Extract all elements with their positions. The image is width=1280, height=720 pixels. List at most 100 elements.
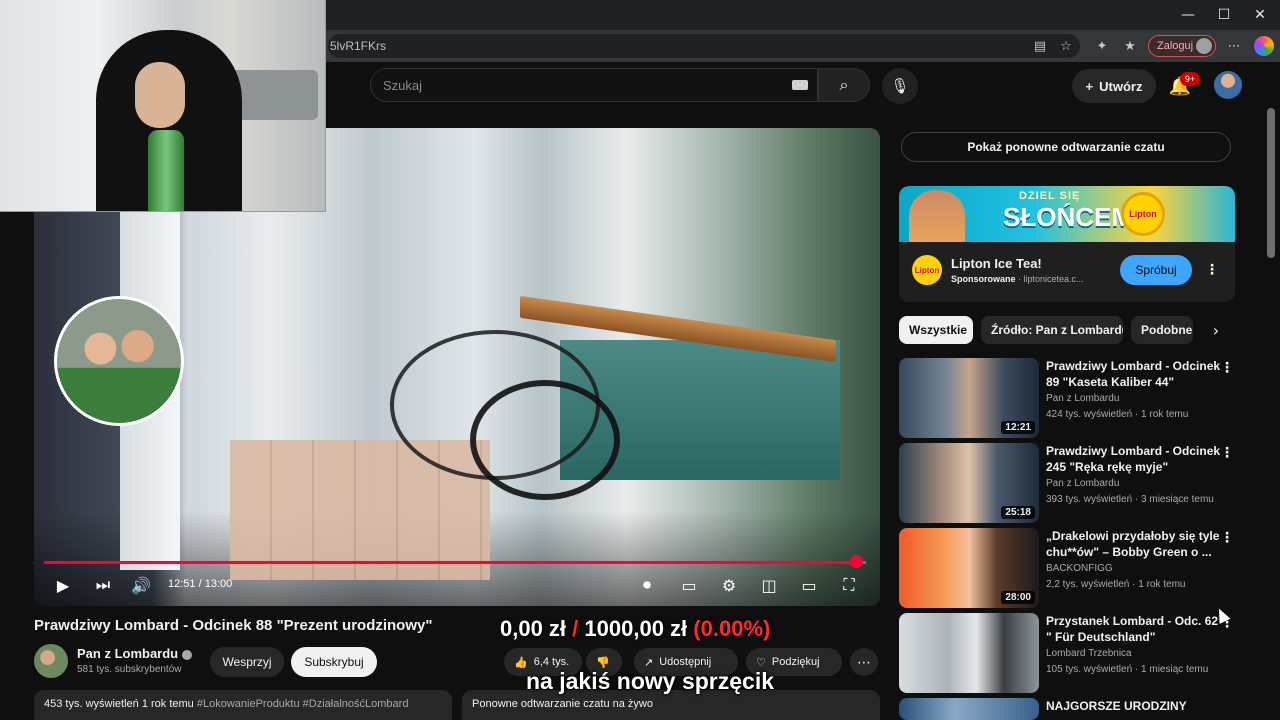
subscribe-button[interactable]: Subskrybuj [291, 647, 377, 677]
recommendation-meta: 393 tys. wyświetleń · 3 miesiące temu [1046, 494, 1214, 505]
advertiser-logo: Lipton [912, 255, 942, 285]
show-chat-replay-button[interactable]: Pokaż ponowne odtwarzanie czatu [901, 132, 1231, 162]
recommendation-channel[interactable]: Lombard Trzebnica [1046, 648, 1132, 659]
webcam-face [135, 62, 185, 128]
profile-avatar-icon [1196, 38, 1212, 54]
theater-mode-icon[interactable]: ▭ [798, 573, 820, 597]
ad-menu-icon[interactable]: ⋮ [1205, 260, 1219, 280]
chip-all[interactable]: Wszystkie [899, 316, 973, 344]
search-icon: ⌕ [839, 75, 849, 94]
maximize-button[interactable]: ☐ [1206, 0, 1242, 30]
recommendation-item[interactable]: 12:21 Prawdziwy Lombard - Odcinek 89 "Ka… [899, 358, 1239, 440]
stream-caption: na jakiś nowy sprzęcik [526, 668, 775, 694]
recommendation-channel[interactable]: Pan z Lombardu [1046, 393, 1119, 404]
recommendation-thumbnail[interactable] [899, 613, 1039, 693]
recommendation-channel[interactable]: BACKONFIGG [1046, 563, 1113, 574]
lipton-logo: Lipton [1121, 192, 1165, 236]
favorite-star-icon[interactable]: ☆ [1056, 36, 1076, 56]
video-progress-fill [44, 561, 857, 564]
settings-menu-icon[interactable]: ⋯ [1224, 36, 1244, 56]
video-time: 12:51 / 13:00 [168, 578, 232, 590]
recommendation-meta: 424 tys. wyświetleń · 1 rok temu [1046, 409, 1189, 420]
address-bar[interactable]: 5lvR1FKrs [328, 34, 1080, 58]
reader-mode-icon[interactable]: ▤ [1030, 36, 1050, 56]
account-avatar[interactable] [1214, 71, 1242, 99]
recommendation-thumbnail[interactable]: 25:18 [899, 443, 1039, 523]
subscriber-count: 581 tys. subskrybentów [77, 664, 182, 675]
search-input[interactable]: Szukaj [370, 68, 818, 102]
profile-button[interactable]: Zaloguj [1148, 35, 1216, 57]
recommendation-thumbnail[interactable] [899, 698, 1039, 720]
recommendation-title[interactable]: Prawdziwy Lombard - Odcinek 89 "Kaseta K… [1046, 358, 1222, 390]
share-label: Udostępnij [659, 656, 712, 668]
recommendation-meta: 2,2 tys. wyświetleń · 1 rok temu [1046, 579, 1186, 590]
chip-source-channel[interactable]: Źródło: Pan z Lombardu [981, 316, 1123, 344]
copilot-icon[interactable] [1254, 36, 1274, 56]
ad-domain: · liptonicetea.c... [1015, 274, 1084, 284]
more-actions-button[interactable]: ⋯ [850, 648, 878, 676]
autoplay-toggle-icon[interactable]: ⏺ [632, 573, 662, 597]
donation-separator: / [572, 616, 579, 641]
recommendation-channel[interactable]: Pan z Lombardu [1046, 478, 1119, 489]
recommendation-thumbnail[interactable]: 28:00 [899, 528, 1039, 608]
donation-goal: 1000,00 zł [584, 616, 688, 641]
recommendation-item[interactable]: 25:18 Prawdziwy Lombard - Odcinek 245 "R… [899, 443, 1239, 525]
chevron-right-icon[interactable]: › [1204, 318, 1228, 342]
recommendation-meta: 105 tys. wyświetleń · 1 miesiąc temu [1046, 664, 1209, 675]
ad-title[interactable]: Lipton Ice Tea! [951, 256, 1042, 271]
next-video-icon[interactable]: ⏭ [92, 573, 114, 597]
profile-label: Zaloguj [1157, 40, 1194, 52]
verified-icon [182, 649, 193, 660]
ad-banner[interactable]: DZIEL SIĘ SŁOŃCEM Lipton [899, 186, 1235, 242]
recommendation-item[interactable]: Przystanek Lombard - Odc. 62 " Für Deuts… [899, 613, 1239, 695]
description-box[interactable]: 453 tys. wyświetleń 1 rok temu #Lokowani… [34, 690, 452, 720]
volume-icon[interactable]: 🔊 [130, 573, 152, 597]
create-label: Utwórz [1099, 78, 1143, 94]
chat-replay-label: Ponowne odtwarzanie czatu na żywo [472, 698, 653, 710]
video-progress-bar[interactable] [44, 561, 866, 564]
thumbs-up-icon: 👍 [514, 656, 528, 669]
chip-related[interactable]: Podobne [1131, 316, 1193, 344]
page-scrollbar[interactable] [1267, 108, 1275, 258]
thumbs-down-icon: 👎 [596, 656, 610, 669]
channel-name[interactable]: Pan z Lombardu [77, 646, 193, 661]
ad-banner-line2: SŁOŃCEM [1003, 202, 1133, 232]
miniplayer-icon[interactable]: ◫ [758, 573, 780, 597]
ad-cta-button[interactable]: Spróbuj [1120, 255, 1192, 285]
join-button[interactable]: Wesprzyj [210, 647, 284, 677]
minimize-button[interactable]: — [1170, 0, 1206, 30]
keyboard-icon[interactable] [792, 80, 808, 90]
ad-banner-person [909, 190, 965, 242]
recommendation-item[interactable]: 28:00 „Drakelowi przydałoby się tyle chu… [899, 528, 1239, 610]
extensions-icon[interactable]: ✦ [1092, 36, 1112, 56]
subtitles-icon[interactable]: ▭ [678, 573, 700, 597]
recommendation-thumbnail[interactable]: 12:21 [899, 358, 1039, 438]
play-icon[interactable]: ▶ [52, 573, 74, 597]
recommendation-menu-icon[interactable]: ⋮ [1220, 358, 1234, 378]
channel-avatar[interactable] [34, 644, 68, 678]
recommendation-title[interactable]: „Drakelowi przydałoby się tyle chu**ów" … [1046, 528, 1222, 560]
favorites-icon[interactable]: ★ [1120, 36, 1140, 56]
ad-card[interactable]: DZIEL SIĘ SŁOŃCEM Lipton Lipton Lipton I… [899, 186, 1235, 302]
recommendation-menu-icon[interactable]: ⋮ [1220, 528, 1234, 548]
search-button[interactable]: ⌕ [818, 68, 870, 102]
recommendation-title[interactable]: Prawdziwy Lombard - Odcinek 245 "Ręka rę… [1046, 443, 1222, 475]
recommendation-title[interactable]: NAJGORSZE URODZINY [1046, 698, 1222, 714]
address-bar-url: 5lvR1FKrs [330, 39, 387, 53]
recommendation-menu-icon[interactable]: ⋮ [1220, 443, 1234, 463]
voice-search-button[interactable]: 🎙 [882, 68, 918, 104]
hashtags: #LokowanieProduktu #DziałalnośćLombard [196, 698, 409, 710]
views-date: 453 tys. wyświetleń 1 rok temu [44, 698, 194, 710]
recommendation-title[interactable]: Przystanek Lombard - Odc. 62 " Für Deuts… [1046, 613, 1222, 645]
current-time: 12:51 [168, 578, 196, 590]
time-separator: / [195, 578, 205, 590]
sponsored-label: Sponsorowane [951, 274, 1016, 284]
ad-banner-line1: DZIEL SIĘ [1019, 190, 1081, 202]
settings-gear-icon[interactable]: ⚙ [718, 573, 740, 597]
recommendation-item[interactable]: NAJGORSZE URODZINY [899, 698, 1239, 720]
fullscreen-icon[interactable]: ⛶ [838, 573, 860, 597]
close-window-button[interactable]: ✕ [1242, 0, 1278, 30]
search-placeholder: Szukaj [383, 78, 423, 93]
create-button[interactable]: + Utwórz [1072, 69, 1156, 103]
donation-amount: 0,00 zł [500, 616, 567, 641]
